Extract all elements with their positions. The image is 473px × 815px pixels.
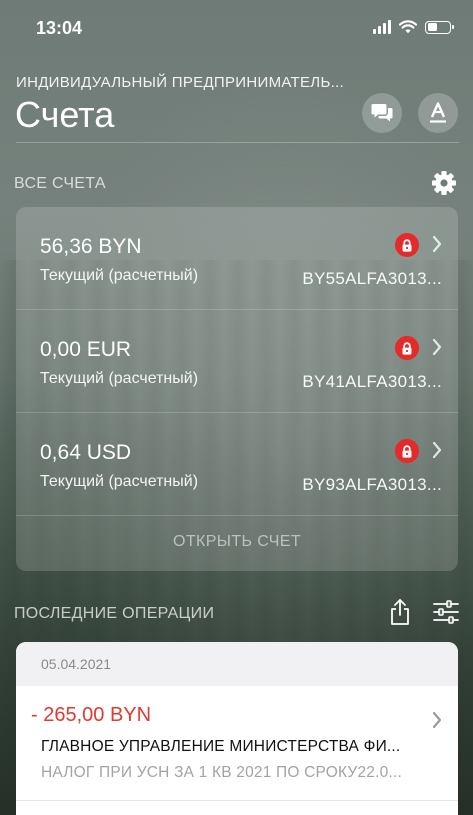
chevron-right-icon xyxy=(432,441,442,459)
account-number: BY55ALFA3013... xyxy=(302,269,442,288)
account-amount: 0,64 USD xyxy=(40,441,132,464)
all-accounts-label: ВСЕ СЧЕТА xyxy=(14,175,106,192)
account-row[interactable]: 0,64 USD Текущий (расчетный) BY93ALFA301… xyxy=(16,413,458,516)
operation-amount: - 265,00 BYN xyxy=(31,704,152,726)
cellular-signal-icon xyxy=(373,20,391,34)
lock-icon xyxy=(395,439,419,463)
battery-icon xyxy=(425,20,454,34)
operation-row[interactable]: - 265,00 BYN ГЛАВНОЕ УПРАВЛЕНИЕ МИНИСТЕР… xyxy=(16,686,458,801)
chevron-right-icon xyxy=(432,338,442,356)
account-row[interactable]: 0,00 EUR Текущий (расчетный) BY41ALFA301… xyxy=(16,310,458,413)
status-bar: 13:04 xyxy=(0,0,473,56)
chat-button[interactable] xyxy=(362,93,402,133)
share-icon[interactable] xyxy=(389,598,411,626)
account-amount: 56,36 BYN xyxy=(40,235,142,258)
recent-operations-label: ПОСЛЕДНИЕ ОПЕРАЦИИ xyxy=(14,605,215,622)
operations-date-header: 05.04.2021 xyxy=(16,642,458,686)
accounts-card: 56,36 BYN Текущий (расчетный) BY55ALFA30… xyxy=(16,207,458,571)
header-divider xyxy=(16,142,459,143)
open-account-button[interactable]: ОТКРЫТЬ СЧЕТ xyxy=(16,516,458,568)
font-size-button[interactable] xyxy=(418,93,458,133)
account-number: BY41ALFA3013... xyxy=(302,372,442,391)
wifi-icon xyxy=(399,20,417,34)
lock-icon xyxy=(395,233,419,257)
account-type: Текущий (расчетный) xyxy=(40,267,199,284)
account-type: Текущий (расчетный) xyxy=(40,370,199,387)
account-row[interactable]: 56,36 BYN Текущий (расчетный) BY55ALFA30… xyxy=(16,207,458,310)
account-number: BY93ALFA3013... xyxy=(302,475,442,494)
page-title: Счета xyxy=(15,94,115,135)
gear-icon[interactable] xyxy=(431,170,457,196)
operation-subtitle: НАЛОГ ПРИ УСН ЗА 1 КВ 2021 ПО СРОКУ22.0.… xyxy=(41,764,402,781)
company-name: ИНДИВИДУАЛЬНЫЙ ПРЕДПРИНИМАТЕЛЬ... xyxy=(16,74,344,91)
chevron-right-icon xyxy=(432,235,442,253)
font-size-icon xyxy=(430,102,446,123)
status-icons xyxy=(373,20,454,34)
operation-title: ГЛАВНОЕ УПРАВЛЕНИЕ МИНИСТЕРСТВА ФИ... xyxy=(41,738,401,755)
account-type: Текущий (расчетный) xyxy=(40,473,199,490)
filter-sliders-icon[interactable] xyxy=(433,600,459,624)
status-time: 13:04 xyxy=(36,18,83,38)
operations-card: 05.04.2021 - 265,00 BYN ГЛАВНОЕ УПРАВЛЕН… xyxy=(16,642,458,815)
account-amount: 0,00 EUR xyxy=(40,338,132,361)
chat-bubbles-icon xyxy=(371,104,393,122)
chevron-right-icon xyxy=(432,711,442,729)
lock-icon xyxy=(395,336,419,360)
